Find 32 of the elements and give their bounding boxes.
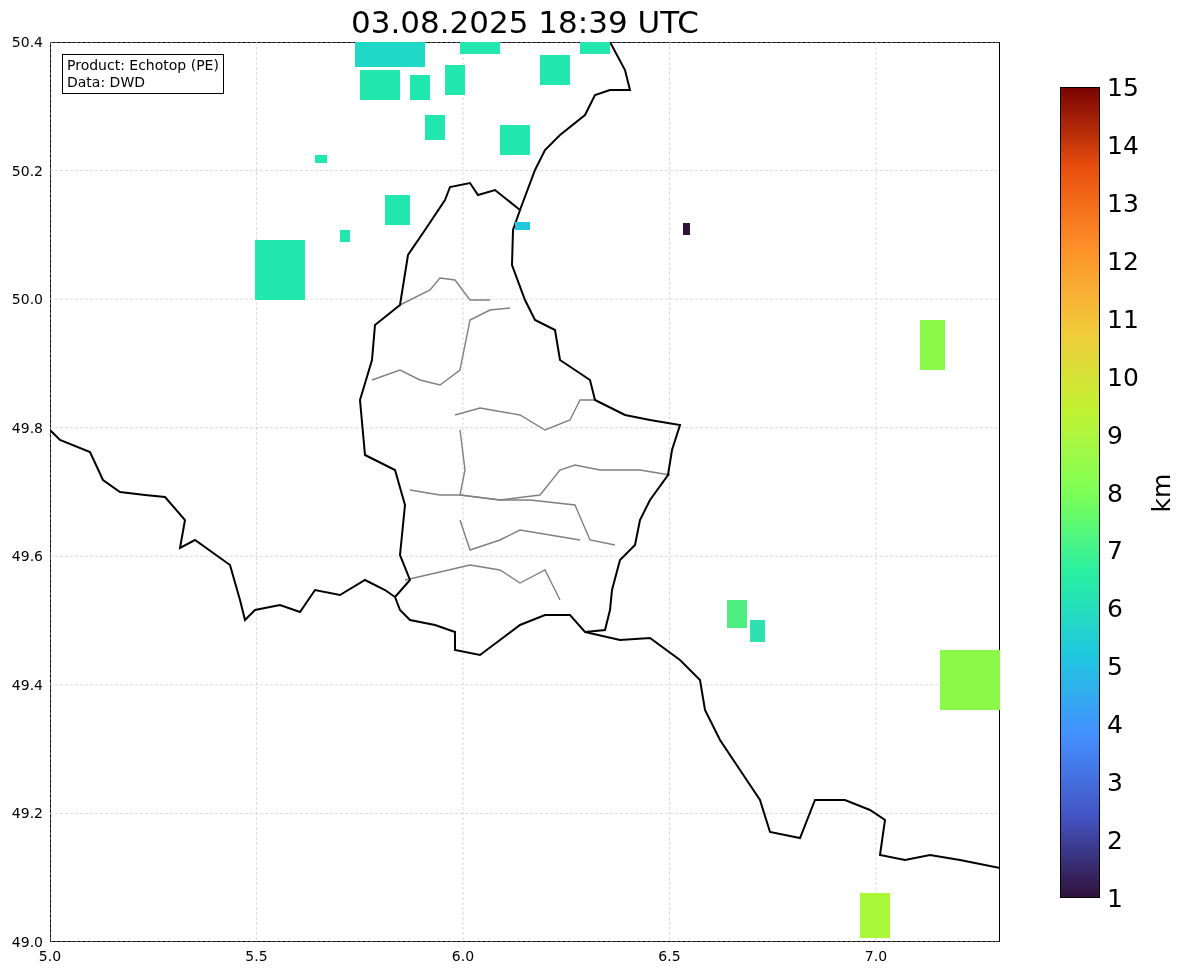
colorbar-tick-label: 10: [1107, 362, 1139, 392]
legend-text: Data: DWD: [67, 74, 146, 91]
colorbar-tick-label: 15: [1107, 72, 1139, 102]
colorbar-tick-label: 3: [1107, 767, 1123, 797]
y-tick-label: 49.2: [11, 805, 43, 822]
colorbar-tick-label: 1: [1107, 883, 1123, 913]
colorbar-tick-label: 11: [1107, 304, 1139, 334]
x-tick-label: 6.0: [451, 948, 475, 964]
colorbar-tick-label: 12: [1107, 246, 1139, 276]
y-tick-label: 49.6: [11, 548, 43, 565]
colorbar-label: km: [1146, 473, 1176, 512]
colorbar-tick-label: 9: [1107, 420, 1123, 450]
chart-title: 03.08.2025 18:39 UTC: [351, 3, 699, 42]
x-tick-label: 5.0: [38, 948, 62, 964]
colorbar-tick-label: 5: [1107, 651, 1123, 681]
colorbar-tick-label: 8: [1107, 478, 1123, 507]
y-tick-label: 50.0: [11, 291, 43, 308]
colorbar-tick-label: 2: [1107, 825, 1123, 855]
x-tick-label: 5.5: [245, 948, 268, 964]
colorbar-tick-label: 6: [1107, 593, 1123, 623]
colorbar-tick-label: 7: [1107, 535, 1123, 565]
y-tick-label: 50.2: [11, 162, 43, 179]
colorbar-tick-label: 14: [1107, 130, 1139, 160]
y-tick-label: 49.8: [11, 419, 43, 436]
y-tick-label: 49.4: [11, 676, 43, 693]
y-tick-label: 49.0: [11, 934, 43, 950]
colorbar-tick-label: 4: [1107, 709, 1123, 739]
x-tick-label: 7.0: [864, 948, 888, 964]
y-tick-label: 50.4: [11, 34, 43, 50]
x-tick-label: 6.5: [658, 948, 681, 964]
colorbar-tick-label: 13: [1107, 188, 1139, 218]
legend-text: Product: Echotop (PE): [67, 57, 219, 74]
